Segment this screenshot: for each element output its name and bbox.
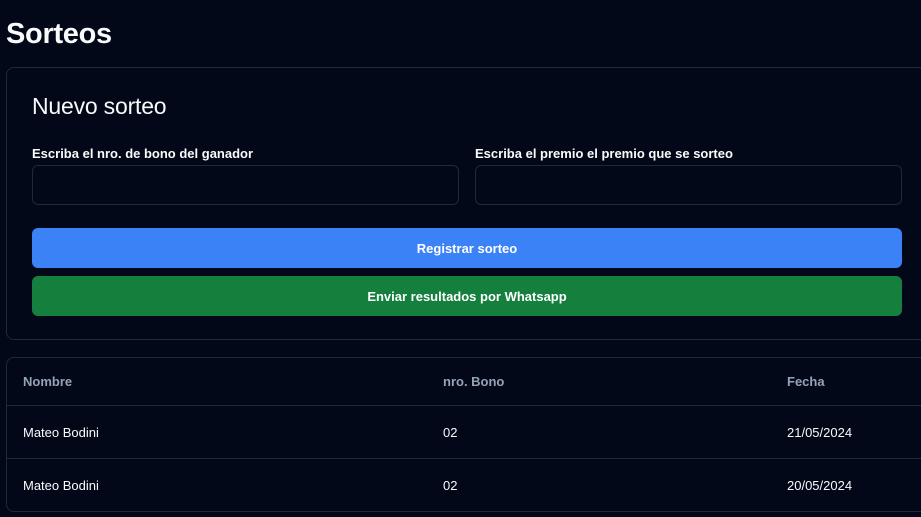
cell-bono: 02 xyxy=(427,458,771,511)
premio-field: Escriba el premio el premio que se sorte… xyxy=(475,146,902,205)
cell-bono: 02 xyxy=(443,424,458,440)
table-row: Mateo Bodini 02 20/05/2024 xyxy=(7,458,921,511)
premio-input[interactable] xyxy=(475,165,902,205)
table-header-row: Nombre nro. Bono Fecha xyxy=(7,358,921,406)
draws-table: Nombre nro. Bono Fecha Mateo Bodini 02 2… xyxy=(7,358,921,511)
column-header-bono: nro. Bono xyxy=(427,358,771,406)
page: Sorteos Nuevo sorteo Escriba el nro. de … xyxy=(0,0,921,517)
premio-label: Escriba el premio el premio que se sorte… xyxy=(475,146,733,161)
column-header-fecha: Fecha xyxy=(771,358,921,406)
new-draw-card: Nuevo sorteo Escriba el nro. de bono del… xyxy=(6,67,921,340)
send-whatsapp-button[interactable]: Enviar resultados por Whatsapp xyxy=(32,276,902,316)
bono-field: Escriba el nro. de bono del ganador xyxy=(32,146,459,205)
bono-input[interactable] xyxy=(32,165,459,205)
cell-fecha: 20/05/2024 xyxy=(771,458,921,511)
draws-table-container: Nombre nro. Bono Fecha Mateo Bodini 02 2… xyxy=(6,357,921,512)
cell-fecha: 21/05/2024 xyxy=(787,424,853,440)
page-title: Sorteos xyxy=(6,18,112,50)
cell-nombre: Mateo Bodini xyxy=(23,424,99,440)
table-row: Mateo Bodini 02 21/05/2024 xyxy=(7,406,921,459)
register-draw-button[interactable]: Registrar sorteo xyxy=(32,228,902,268)
bono-label: Escriba el nro. de bono del ganador xyxy=(32,146,254,161)
card-title: Nuevo sorteo xyxy=(32,93,167,119)
cell-nombre: Mateo Bodini xyxy=(7,458,427,511)
column-header-nombre: Nombre xyxy=(7,358,427,406)
